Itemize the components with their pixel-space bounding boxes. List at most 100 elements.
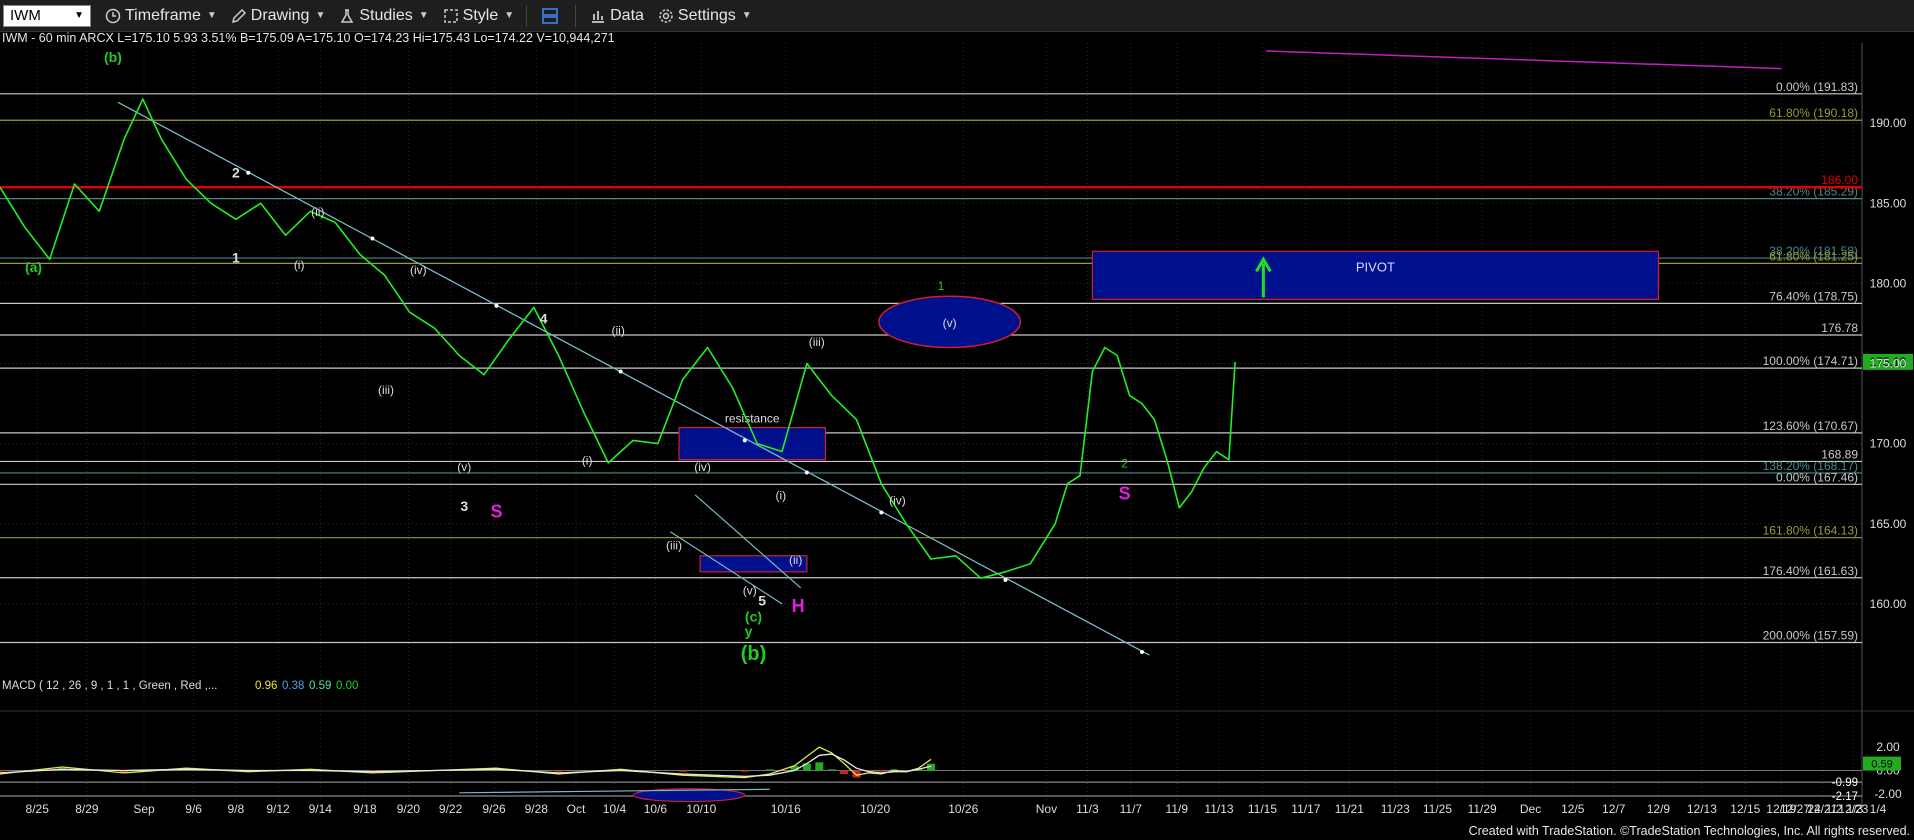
wave-label: 5 — [758, 592, 766, 608]
x-tick-label: 10/16 — [771, 802, 801, 816]
wave-label: 1 — [938, 279, 945, 293]
timeframe-menu[interactable]: Timeframe ▼ — [105, 7, 217, 25]
layout-icon — [542, 7, 559, 24]
target-ellipse-label: (v) — [943, 316, 957, 330]
macd-signal-line — [0, 753, 932, 778]
x-tick-label: 9/8 — [228, 802, 245, 816]
wave-label: (i) — [294, 258, 305, 272]
macd-value: 0.59 — [309, 680, 331, 692]
x-tick-label: 11/17 — [1291, 802, 1320, 816]
wave-label: (v) — [457, 460, 471, 474]
fib-level-label: 61.80% (181.25) — [1769, 249, 1858, 263]
wave-label: (iv) — [889, 494, 906, 508]
x-tick-label: 8/25 — [26, 802, 50, 816]
y-tick-label: 175.00 — [1870, 357, 1907, 371]
caret-icon: ▼ — [418, 10, 429, 21]
data-menu[interactable]: Data — [590, 7, 644, 25]
macd-value-tag-label: 0.59 — [1871, 759, 1892, 771]
x-tick-label: 11/23 — [1381, 802, 1410, 816]
pencil-icon — [231, 8, 246, 23]
x-tick-label: 10/20 — [860, 802, 890, 816]
x-tick-label: 11/7 — [1120, 802, 1143, 816]
wave-label: S — [491, 501, 503, 521]
x-tick-label: 10/26 — [948, 802, 978, 816]
copyright-text: Created with TradeStation. ©TradeStation… — [1468, 824, 1910, 838]
drawing-menu[interactable]: Drawing ▼ — [231, 7, 326, 25]
wave-label: 3 — [460, 498, 468, 514]
fib-level-label: 200.00% (157.59) — [1763, 628, 1858, 642]
style-menu[interactable]: Style ▼ — [443, 7, 514, 25]
downtrend-line — [117, 101, 1150, 656]
x-tick-label: 11/3 — [1076, 802, 1099, 816]
wave-label: (iv) — [410, 263, 427, 277]
wave-label: 4 — [540, 310, 548, 326]
fib-level-label: 123.60% (170.67) — [1763, 419, 1858, 433]
macd-histogram-bar — [554, 770, 563, 772]
wave-label: (b) — [104, 49, 122, 65]
x-tick-label: 12/15 — [1730, 802, 1760, 816]
macd-level-label: -0.99 — [1832, 777, 1858, 789]
trendline-point — [618, 369, 623, 374]
x-tick-label: 10/6 — [644, 802, 668, 816]
macd-histogram-bar — [877, 770, 886, 772]
trendline-point — [246, 170, 251, 175]
layout-button[interactable] — [541, 7, 563, 25]
style-label: Style — [462, 6, 499, 24]
caret-icon: ▼ — [315, 10, 326, 21]
wave-label: S — [1119, 484, 1131, 504]
flask-icon — [341, 8, 354, 23]
fib-level-label: 100.00% (174.71) — [1763, 354, 1858, 368]
wave-label: 2 — [1121, 457, 1128, 471]
symbol-selector[interactable]: IWM ▼ — [3, 4, 91, 27]
x-tick-label: 9/12 — [266, 802, 290, 816]
y-tick-label: 190.00 — [1870, 116, 1907, 130]
pivot-label: PIVOT — [1356, 259, 1395, 274]
x-tick-label: 10/4 — [603, 802, 627, 816]
x-tick-label: 1/2 — [1826, 802, 1843, 816]
x-tick-label: 10/10 — [686, 802, 716, 816]
toolbar-divider — [575, 4, 577, 27]
studies-label: Studies — [359, 6, 413, 24]
x-tick-label: 11/25 — [1423, 802, 1452, 816]
x-tick-label: Dec — [1520, 802, 1541, 816]
trendline-point — [1140, 649, 1145, 654]
studies-menu[interactable]: Studies ▼ — [339, 6, 429, 25]
toolbar: IWM ▼ Timeframe ▼ Drawing ▼ Studies ▼ Style… — [0, 0, 1914, 32]
style-icon — [443, 8, 458, 23]
x-tick-label: 9/6 — [185, 802, 202, 816]
fib-level-label: 176.78 — [1821, 321, 1858, 335]
macd-histogram-bar — [827, 769, 836, 771]
wave-label: (iii) — [666, 538, 682, 552]
trendline-point — [370, 236, 375, 241]
y-tick-label: 180.00 — [1870, 276, 1907, 290]
trendline-point — [742, 438, 747, 443]
wave-label: (a) — [25, 259, 42, 275]
fib-level-label: 176.40% (161.63) — [1763, 564, 1858, 578]
x-tick-label: 1/4 — [1870, 802, 1887, 816]
magenta-trendline — [1266, 50, 1782, 70]
x-tick-label: 1/3 — [1847, 802, 1864, 816]
x-tick-label: Nov — [1036, 802, 1057, 816]
data-label: Data — [610, 6, 644, 24]
macd-line — [0, 746, 932, 779]
settings-menu[interactable]: Settings ▼ — [658, 7, 752, 25]
macd-y-tick-label: 2.00 — [1876, 740, 1900, 754]
x-tick-label: Sep — [133, 802, 155, 816]
trendline-point — [494, 303, 499, 308]
x-tick-label: 12/7 — [1602, 802, 1626, 816]
gear-icon — [659, 8, 673, 23]
y-tick-label: 170.00 — [1870, 437, 1907, 451]
caret-icon: ▼ — [504, 10, 515, 21]
x-tick-label: 9/26 — [482, 802, 506, 816]
macd-histogram-bar — [0, 770, 4, 772]
macd-histogram-bar — [840, 770, 849, 775]
wave-label: (ii) — [612, 324, 625, 338]
fib-level-label: 76.40% (178.75) — [1769, 289, 1858, 303]
price-chart[interactable]: 0.00% (191.83)61.80% (190.18)38.20% (185… — [0, 31, 1914, 822]
wave-label: (iv) — [694, 460, 711, 474]
macd-value: 0.38 — [282, 680, 304, 692]
settings-label: Settings — [677, 6, 736, 24]
wave-label: (iii) — [809, 335, 825, 349]
red-line-label: 186.00 — [1821, 173, 1858, 187]
macd-histogram-bar — [765, 769, 774, 771]
